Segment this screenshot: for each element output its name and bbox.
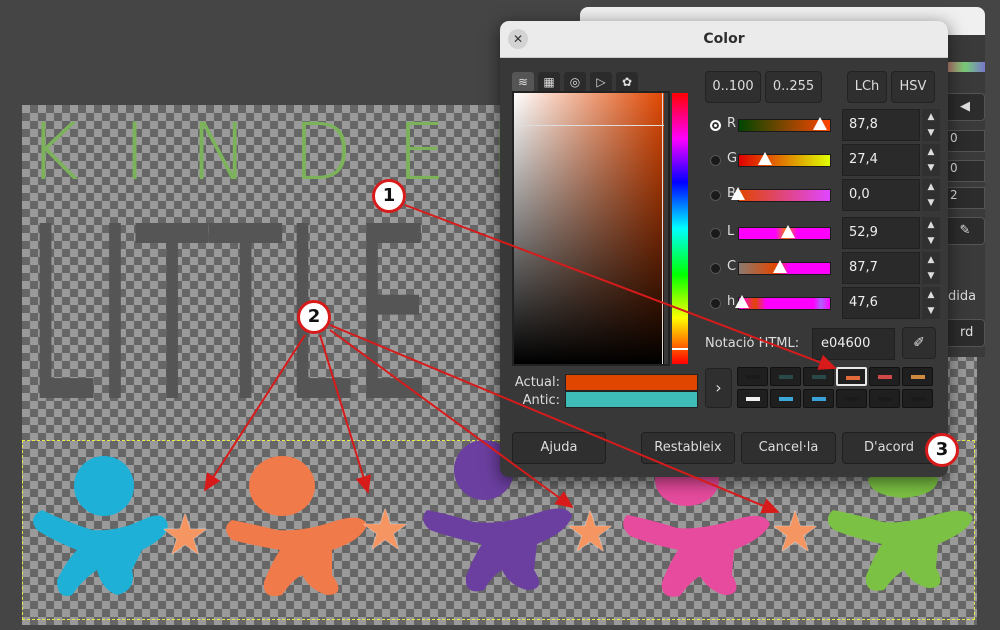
screen: { "canvas": { "kinder_text": "KINDER", "… bbox=[0, 0, 1000, 630]
callout-badge: 1 bbox=[372, 179, 406, 213]
callout-badge: 3 bbox=[925, 433, 959, 467]
annotation-arrows bbox=[203, 204, 837, 514]
callout-badge: 2 bbox=[297, 300, 331, 334]
